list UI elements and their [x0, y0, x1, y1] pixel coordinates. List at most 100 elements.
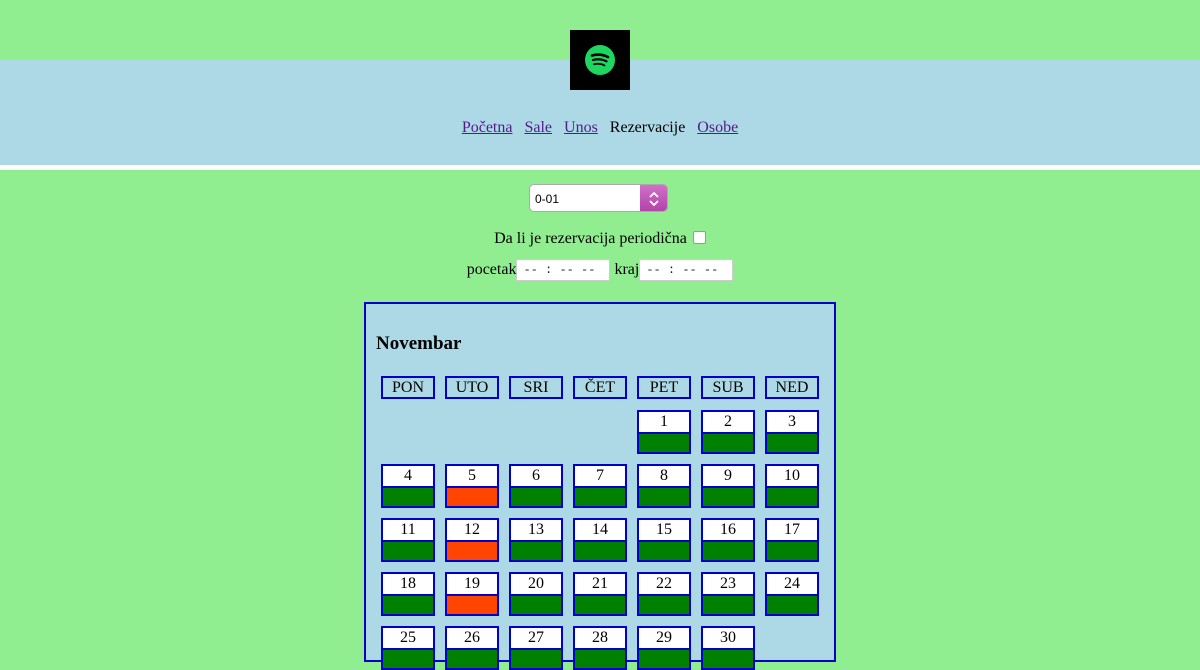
calendar-day[interactable]: 18	[381, 572, 435, 616]
day-number: 27	[528, 629, 544, 646]
availability-bar	[639, 540, 689, 560]
periodic-label: Da li je rezervacija periodična	[494, 230, 687, 247]
availability-bar	[767, 486, 817, 506]
weekday-header: UTO	[445, 376, 499, 399]
calendar-day[interactable]: 11	[381, 518, 435, 562]
calendar-day[interactable]: 28	[573, 626, 627, 670]
availability-bar	[575, 648, 625, 668]
spotify-logo[interactable]	[570, 30, 630, 90]
calendar-day[interactable]: 15	[637, 518, 691, 562]
availability-bar	[511, 540, 561, 560]
availability-bar	[383, 540, 433, 560]
day-number: 30	[720, 629, 736, 646]
hall-select[interactable]: 0-01	[529, 184, 668, 212]
availability-bar	[511, 486, 561, 506]
availability-bar	[447, 540, 497, 560]
calendar-day[interactable]: 23	[701, 572, 755, 616]
day-number: 11	[400, 521, 416, 538]
availability-bar	[383, 648, 433, 668]
availability-bar	[447, 648, 497, 668]
day-number: 16	[720, 521, 736, 538]
calendar-day[interactable]: 20	[509, 572, 563, 616]
day-number: 4	[404, 467, 412, 484]
time-row: pocetak -- : -- -- kraj -- : -- --	[0, 259, 1200, 282]
weekday-header: SUB	[701, 376, 755, 399]
availability-bar	[511, 648, 561, 668]
day-number: 1	[660, 413, 668, 430]
calendar-day[interactable]: 8	[637, 464, 691, 508]
calendar-day[interactable]: 17	[765, 518, 819, 562]
day-number: 18	[400, 575, 416, 592]
calendar-day[interactable]: 6	[509, 464, 563, 508]
chevron-updown-icon	[640, 185, 667, 211]
calendar-day[interactable]: 24	[765, 572, 819, 616]
weekday-header: NED	[765, 376, 819, 399]
day-number: 5	[468, 467, 476, 484]
hall-select-value: 0-01	[535, 192, 560, 206]
calendar-month: Novembar	[376, 333, 462, 354]
availability-bar	[767, 594, 817, 614]
end-label: kraj	[614, 261, 640, 278]
day-number: 20	[528, 575, 544, 592]
day-number: 29	[656, 629, 672, 646]
availability-bar	[703, 540, 753, 560]
calendar-day[interactable]: 29	[637, 626, 691, 670]
day-number: 21	[592, 575, 608, 592]
availability-bar	[639, 648, 689, 668]
calendar-day[interactable]: 7	[573, 464, 627, 508]
calendar-day[interactable]: 5	[445, 464, 499, 508]
weekday-header: PON	[381, 376, 435, 399]
day-number: 3	[788, 413, 796, 430]
header-divider	[0, 165, 1200, 170]
calendar-day[interactable]: 9	[701, 464, 755, 508]
calendar-day[interactable]: 30	[701, 626, 755, 670]
availability-bar	[703, 432, 753, 452]
calendar-day[interactable]: 21	[573, 572, 627, 616]
day-number: 6	[532, 467, 540, 484]
spotify-logo-icon	[585, 45, 615, 75]
calendar-day[interactable]: 2	[701, 410, 755, 454]
day-number: 19	[464, 575, 480, 592]
calendar-day[interactable]: 19	[445, 572, 499, 616]
calendar-day[interactable]: 13	[509, 518, 563, 562]
end-time-input[interactable]: -- : -- --	[639, 259, 734, 282]
day-number: 22	[656, 575, 672, 592]
day-number: 24	[784, 575, 800, 592]
calendar-day[interactable]: 1	[637, 410, 691, 454]
availability-bar	[511, 594, 561, 614]
day-number: 15	[656, 521, 672, 538]
nav-osobe[interactable]: Osobe	[697, 119, 738, 136]
periodic-checkbox[interactable]	[692, 231, 706, 244]
day-number: 25	[400, 629, 416, 646]
calendar-day[interactable]: 4	[381, 464, 435, 508]
day-number: 26	[464, 629, 480, 646]
nav-pocetna[interactable]: Početna	[462, 119, 513, 136]
calendar-day[interactable]: 16	[701, 518, 755, 562]
availability-bar	[639, 432, 689, 452]
start-time-input[interactable]: -- : -- --	[516, 259, 611, 282]
nav-unos[interactable]: Unos	[564, 119, 598, 136]
availability-bar	[383, 594, 433, 614]
availability-bar	[767, 432, 817, 452]
nav-sale[interactable]: Sale	[524, 119, 552, 136]
calendar-day[interactable]: 12	[445, 518, 499, 562]
calendar-day[interactable]: 26	[445, 626, 499, 670]
start-label: pocetak	[466, 261, 517, 278]
calendar: Novembar PON UTO SRI ČET PET SUB NED 1 2 3 4 5 6 7 8 9 1…	[364, 302, 836, 670]
availability-bar	[575, 540, 625, 560]
availability-bar	[703, 594, 753, 614]
calendar-day[interactable]: 10	[765, 464, 819, 508]
weekday-header: PET	[637, 376, 691, 399]
availability-bar	[639, 486, 689, 506]
calendar-day[interactable]: 25	[381, 626, 435, 670]
day-number: 2	[724, 413, 732, 430]
day-number: 28	[592, 629, 608, 646]
calendar-day[interactable]: 27	[509, 626, 563, 670]
calendar-day[interactable]: 3	[765, 410, 819, 454]
main-nav: Početna Sale Unos Rezervacije Osobe	[0, 118, 1200, 138]
day-number: 9	[724, 467, 732, 484]
calendar-day[interactable]: 22	[637, 572, 691, 616]
calendar-day[interactable]: 14	[573, 518, 627, 562]
nav-rezervacije-current: Rezervacije	[609, 119, 686, 136]
weekday-header: SRI	[509, 376, 563, 399]
